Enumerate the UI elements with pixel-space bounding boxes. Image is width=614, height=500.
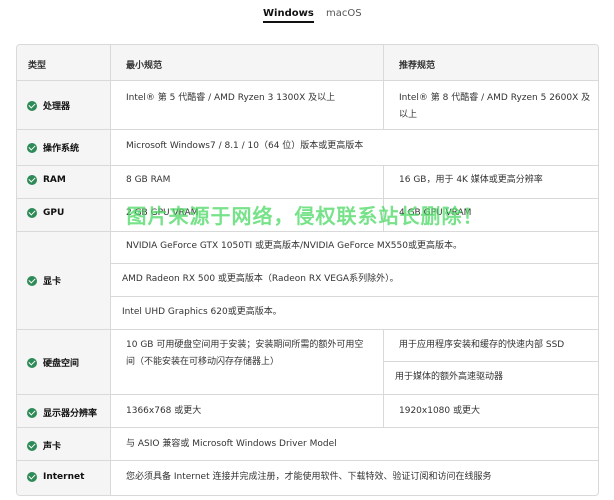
header-rec: 推荐规范	[399, 61, 436, 71]
row-divider	[17, 231, 598, 232]
row-label-disk: 硬盘空间	[27, 356, 79, 369]
category-label: 声卡	[43, 442, 62, 452]
spec-table: 类型 最小规范 推荐规范 处理器 Intel® 第 5 代酷睿 / AMD Ry…	[16, 44, 599, 496]
sound-min: 与 ASIO 兼容或 Microsoft Windows Driver Mode…	[126, 439, 337, 449]
check-icon	[27, 208, 37, 218]
category-label: 硬盘空间	[43, 359, 80, 369]
resolution-min: 1366x768 或更大	[126, 406, 202, 416]
check-icon	[27, 357, 37, 368]
header-type: 类型	[28, 61, 47, 71]
table-header: 类型 最小规范 推荐规范	[17, 45, 598, 81]
internet-min: 您必须具备 Internet 连接并完成注册，才能使用软件、下载特效、验证订阅和…	[126, 472, 492, 482]
divider	[383, 45, 384, 81]
divider	[110, 45, 111, 495]
check-icon	[27, 440, 37, 451]
row-divider	[17, 394, 598, 395]
row-divider	[383, 361, 598, 362]
row-label-graphics-card: 显卡	[27, 274, 61, 287]
check-icon	[27, 407, 37, 418]
divider	[383, 329, 384, 427]
category-label: 操作系统	[43, 144, 80, 154]
row-label-gpu: GPU	[27, 208, 64, 218]
graphics-line: NVIDIA GeForce GTX 1050TI 或更高版本/NVIDIA G…	[126, 241, 462, 251]
ram-min: 8 GB RAM	[126, 175, 171, 185]
category-label: RAM	[43, 175, 66, 185]
graphics-line: AMD Radeon RX 500 或更高版本（Radeon RX VEGA系列…	[122, 274, 399, 284]
cpu-rec: Intel® 第 8 代酷睿 / AMD Ryzen 5 2600X 及以上	[399, 93, 591, 120]
row-divider	[110, 263, 598, 264]
row-label-resolution: 显示器分辨率	[27, 406, 97, 419]
os-tabs: Windows macOS	[0, 0, 614, 30]
category-label: 显卡	[43, 277, 62, 287]
check-icon	[27, 100, 37, 111]
os-min: Microsoft Windows7 / 8.1 / 10（64 位）版本或更高…	[126, 141, 364, 151]
row-divider	[17, 460, 598, 461]
divider	[383, 81, 384, 129]
row-label-os: 操作系统	[27, 141, 79, 154]
watermark: 图片来源于网络，侵权联系站长删除！	[126, 204, 484, 228]
header-min: 最小规范	[126, 61, 163, 71]
category-label: Internet	[43, 472, 85, 482]
check-icon	[27, 472, 37, 482]
resolution-rec: 1920x1080 或更大	[399, 406, 480, 416]
row-label-cpu: 处理器	[27, 99, 70, 112]
tab-macos[interactable]: macOS	[326, 8, 362, 19]
category-label: 显示器分辨率	[43, 409, 98, 419]
check-icon	[27, 142, 37, 153]
check-icon	[27, 175, 37, 185]
category-label: 处理器	[43, 102, 71, 112]
row-label-internet: Internet	[27, 472, 84, 482]
row-label-sound: 声卡	[27, 439, 61, 452]
row-divider	[17, 198, 598, 199]
row-divider	[17, 165, 598, 166]
disk-rec-ssd: 用于应用程序安装和缓存的快速内部 SSD	[399, 340, 565, 350]
cpu-min: Intel® 第 5 代酷睿 / AMD Ryzen 3 1300X 及以上	[126, 93, 336, 103]
row-divider	[17, 427, 598, 428]
tab-windows[interactable]: Windows	[263, 8, 314, 23]
disk-rec-media: 用于媒体的额外高速驱动器	[395, 372, 504, 382]
graphics-line: Intel UHD Graphics 620或更高版本。	[122, 307, 282, 317]
category-label: GPU	[43, 208, 65, 218]
disk-min: 10 GB 可用硬盘空间用于安装；安装期间所需的额外可用空间（不能安装在可移动闪…	[126, 340, 364, 367]
row-divider	[110, 296, 598, 297]
row-divider	[17, 129, 598, 130]
row-label-ram: RAM	[27, 175, 66, 185]
row-divider	[17, 329, 598, 330]
ram-rec: 16 GB，用于 4K 媒体或更高分辨率	[399, 175, 543, 185]
check-icon	[27, 275, 37, 286]
